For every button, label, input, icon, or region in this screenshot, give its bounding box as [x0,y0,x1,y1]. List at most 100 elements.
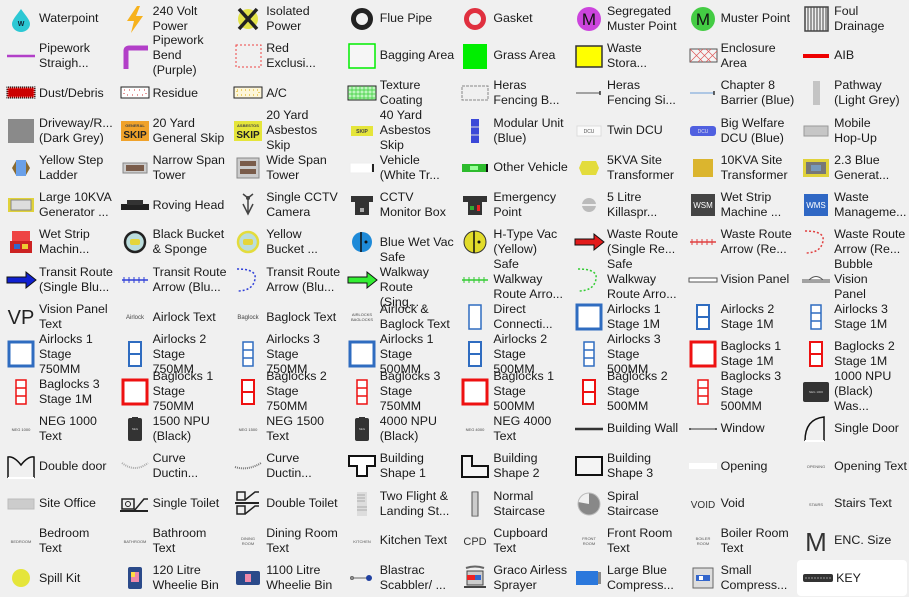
stencil-item-pathway[interactable]: Pathway (Light Grey) [795,75,909,112]
stencil-item-green-route-arrows[interactable]: Safe Walkway Route Arro... [454,257,568,301]
stencil-item-double-toilet[interactable]: Double Toilet [227,485,341,522]
stencil-item-blue-arrow[interactable]: Transit Route (Single Blu... [0,261,114,298]
stencil-item-baglock-2-stage[interactable]: Baglocks 2 Stage 750MM [227,369,341,413]
stencil-item-airlock-3-stage[interactable]: Airlocks 3 Stage 500MM [568,332,682,376]
stencil-item-wheelie-bin-120[interactable]: 120 Litre Wheelie Bin [114,559,228,596]
stencil-item-step-ladder[interactable]: Yellow Step Ladder [0,149,114,186]
stencil-item-building-shape-1[interactable]: Building Shape 1 [341,448,455,485]
stencil-item-gasket-ring[interactable]: Gasket [454,0,568,37]
stencil-item-large-blue-compressor[interactable]: Large Blue Compress... [568,559,682,596]
stencil-item-vision-panel[interactable]: Vision Panel [682,261,796,298]
stencil-item-airlock-text[interactable]: Airlock Airlock Text [114,298,228,335]
stencil-item-green-route-curve[interactable]: Safe Walkway Route Arro... [568,257,682,301]
stencil-item-wet-strip-machine-red[interactable]: Wet Strip Machin... [0,224,114,261]
stencil-item-front-room-text[interactable]: FRONT ROOM Front Room Text [568,522,682,559]
stencil-item-green-arrow[interactable]: Safe Walkway Route (Sing... [341,250,455,309]
stencil-item-baglock-2-stage[interactable]: Baglocks 2 Stage 1M [795,336,909,373]
stencil-item-two-flight-stairs[interactable]: Two Flight & Landing St... [341,485,455,522]
stencil-item-roving-head[interactable]: Roving Head [114,186,228,223]
stencil-item-black-bucket[interactable]: Black Bucket & Sponge [114,224,228,261]
stencil-item-dining-room-text[interactable]: DINING ROOM Dining Room Text [227,522,341,559]
stencil-item-double-door[interactable]: Double door [0,448,114,485]
stencil-item-cctv-camera[interactable]: Single CCTV Camera [227,186,341,223]
stencil-item-curve-ducting-dark[interactable]: Curve Ductin... [227,448,341,485]
stencil-item-large-generator[interactable]: Large 10KVA Generator ... [0,186,114,223]
stencil-item-waterpoint[interactable]: W Waterpoint [0,0,114,37]
stencil-item-airlock-2-stage[interactable]: Airlocks 2 Stage 750MM [114,332,228,376]
stencil-item-airlock-2-stage[interactable]: Airlocks 2 Stage 500MM [454,332,568,376]
stencil-item-bathroom-text[interactable]: BATHROOM Bathroom Text [114,522,228,559]
stencil-item-residue[interactable]: Residue [114,75,228,112]
stencil-item-opening[interactable]: Opening [682,448,796,485]
stencil-item-spiral-staircase[interactable]: Spiral Staircase [568,485,682,522]
stencil-item-blue-route-arrows[interactable]: Transit Route Arrow (Blu... [114,261,228,298]
stencil-item-h-type-vac[interactable]: H-Type Vac (Yellow) [454,224,568,261]
stencil-item-baglock-3-stage[interactable]: Baglocks 3 Stage 500MM [682,369,796,413]
stencil-item-bagging-area[interactable]: Bagging Area [341,37,455,74]
stencil-item-baglock-1-stage[interactable]: Baglocks 1 Stage 1M [682,336,796,373]
stencil-item-airlock-1-stage[interactable]: Airlocks 1 Stage 500MM [341,332,455,376]
stencil-item-airlock-2-stage[interactable]: Airlocks 2 Stage 1M [682,298,796,335]
stencil-item-dust-debris[interactable]: Dust/Debris [0,75,114,112]
stencil-item-airlock-3-stage[interactable]: Airlocks 3 Stage 1M [795,298,909,335]
stencil-item-narrow-span-tower[interactable]: Narrow Span Tower [114,149,228,186]
stencil-item-welfare-dcu[interactable]: DCU Big Welfare DCU (Blue) [682,112,796,149]
stencil-item-airlock-baglock-text[interactable]: AIRLOCKS BAGLOCKS Airlock & Baglock Text [341,298,455,335]
stencil-item-kitchen-text[interactable]: KITCHEN Kitchen Text [341,522,455,559]
stencil-item-building-shape-3[interactable]: Building Shape 3 [568,448,682,485]
stencil-item-flue-pipe-ring[interactable]: Flue Pipe [341,0,455,37]
stencil-item-red-route-curve[interactable]: Waste Route Arrow (Re... [795,224,909,261]
stencil-item-transformer-5kva[interactable]: 5KVA Site Transformer [568,149,682,186]
stencil-item-wms[interactable]: WMS Waste Manageme... [795,186,909,223]
stencil-item-emergency-point[interactable]: Emergency Point [454,186,568,223]
stencil-item-baglock-1-stage[interactable]: Baglocks 1 Stage 750MM [114,369,228,413]
stencil-item-asbestos-skip-small[interactable]: SKIP 40 Yard Asbestos Skip [341,108,455,152]
stencil-item-pipework-straight[interactable]: Pipework Straigh... [0,37,114,74]
stencil-item-airlock-3-stage[interactable]: Airlocks 3 Stage 750MM [227,332,341,376]
stencil-item-neg-text[interactable]: NEG 1500 NEG 1500 Text [227,410,341,447]
stencil-item-texture-coating[interactable]: Texture Coating [341,75,455,112]
stencil-item-blue-generator[interactable]: 2.3 Blue Generat... [795,149,909,186]
stencil-item-driveway[interactable]: Driveway/R... (Dark Grey) [0,112,114,149]
stencil-item-spill-kit[interactable]: Spill Kit [0,559,114,596]
stencil-item-grass-area[interactable]: Grass Area [454,37,568,74]
stencil-item-segregated-muster-point[interactable]: M Segregated Muster Point [568,0,682,37]
stencil-item-cctv-monitor-box[interactable]: CCTV Monitor Box [341,186,455,223]
stencil-item-foul-drainage-grate[interactable]: Foul Drainage [795,0,909,37]
stencil-item-waste-storage[interactable]: Waste Stora... [568,37,682,74]
stencil-item-graco-sprayer[interactable]: Graco Airless Sprayer [454,559,568,596]
stencil-item-npu-1000[interactable]: NEG 1000 1000 NPU (Black) Was... [795,369,909,413]
stencil-item-boiler-room-text[interactable]: BOILER ROOM Boiler Room Text [682,522,796,559]
stencil-item-npu-black[interactable]: NEG 4000 NPU (Black) [341,410,455,447]
stencil-item-building-wall[interactable]: Building Wall [568,410,682,447]
stencil-item-wheelie-bin-1100[interactable]: 1100 Litre Wheelie Bin [227,559,341,596]
stencil-item-red-exclusion-zone[interactable]: Red Exclusi... [227,37,341,74]
stencil-item-void-text[interactable]: VOID Void [682,485,796,522]
stencil-item-baglock-3-stage[interactable]: Baglocks 3 Stage 750MM [341,369,455,413]
stencil-item-blue-route-curve[interactable]: Transit Route Arrow (Blu... [227,261,341,298]
stencil-item-general-skip[interactable]: GENERAL SKIP 20 Yard General Skip [114,112,228,149]
stencil-item-killaspray[interactable]: 5 Litre Killaspr... [568,186,682,223]
stencil-item-small-compressor[interactable]: Small Compress... [682,559,796,596]
stencil-item-heras-fencing-box[interactable]: Heras Fencing B... [454,75,568,112]
stencil-item-bedroom-text[interactable]: BEDROOM Bedroom Text [0,522,114,559]
stencil-item-airlock-1-stage[interactable]: Airlocks 1 Stage 1M [568,298,682,335]
stencil-item-mobile-hop-up[interactable]: Mobile Hop-Up [795,112,909,149]
stencil-item-bubble-vision-panel[interactable]: Bubble Vision Panel [795,257,909,301]
stencil-item-building-shape-2[interactable]: Building Shape 2 [454,448,568,485]
stencil-item-red-arrow[interactable]: Waste Route (Single Re... [568,224,682,261]
stencil-item-baglock-2-stage[interactable]: Baglocks 2 Stage 500MM [568,369,682,413]
stencil-item-lightning-bolt[interactable]: 240 Volt Power [114,0,228,37]
stencil-item-npu-black[interactable]: NEG 1500 NPU (Black) [114,410,228,447]
stencil-item-opening-text[interactable]: OPENING Opening Text [795,448,909,485]
stencil-item-single-toilet[interactable]: Single Toilet [114,485,228,522]
stencil-item-muster-point[interactable]: M Muster Point [682,0,796,37]
stencil-item-white-vehicle[interactable]: Vehicle (White Tr... [341,149,455,186]
stencil-item-modular-unit[interactable]: Modular Unit (Blue) [454,112,568,149]
stencil-item-transformer-10kva[interactable]: 10KVA Site Transformer [682,149,796,186]
stencil-item-neg-text[interactable]: NEG 1000 NEG 1000 Text [0,410,114,447]
stencil-item-site-office[interactable]: Site Office [0,485,114,522]
stencil-item-red-route-arrows[interactable]: Waste Route Arrow (Re... [682,224,796,261]
stencil-item-normal-staircase[interactable]: Normal Staircase [454,485,568,522]
stencil-item-vp-text[interactable]: VP Vision Panel Text [0,298,114,335]
